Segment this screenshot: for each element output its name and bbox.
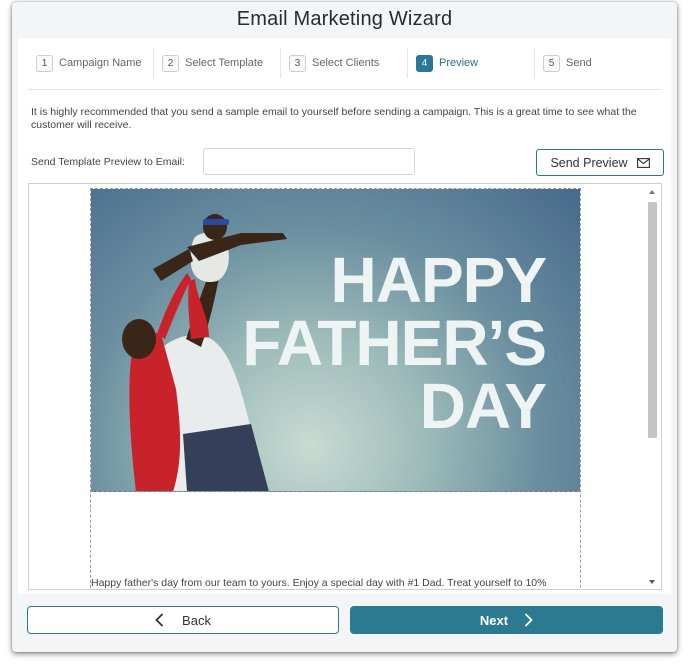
step-label: Campaign Name bbox=[59, 57, 142, 69]
step-select-clients[interactable]: 3 Select Clients bbox=[281, 48, 408, 78]
chevron-right-icon bbox=[524, 613, 533, 627]
step-label: Send bbox=[566, 57, 592, 69]
send-preview-button[interactable]: Send Preview bbox=[536, 149, 664, 176]
envelope-icon bbox=[636, 157, 650, 168]
wizard-card: 1 Campaign Name 2 Select Template 3 Sele… bbox=[18, 38, 671, 594]
scroll-up-arrow-icon[interactable] bbox=[649, 190, 655, 194]
hero-line-3: DAY bbox=[419, 370, 547, 442]
preview-email-input[interactable] bbox=[203, 148, 415, 175]
send-preview-label: Send Preview bbox=[550, 155, 628, 170]
hero-line-1: HAPPY bbox=[330, 244, 547, 316]
step-number: 3 bbox=[289, 54, 306, 72]
scroll-down-arrow-icon[interactable] bbox=[649, 580, 655, 584]
preview-scrollbar[interactable] bbox=[647, 188, 659, 586]
email-field-label: Send Template Preview to Email: bbox=[31, 156, 185, 168]
email-body-text: Happy father's day from our team to your… bbox=[91, 577, 547, 589]
step-number: 1 bbox=[36, 54, 53, 72]
step-campaign-name[interactable]: 1 Campaign Name bbox=[28, 48, 154, 78]
scroll-thumb[interactable] bbox=[648, 202, 657, 438]
step-number: 5 bbox=[543, 54, 560, 72]
wizard-title: Email Marketing Wizard bbox=[236, 8, 453, 30]
next-button[interactable]: Next bbox=[350, 606, 663, 634]
email-preview-frame[interactable]: HAPPY FATHER’S DAY Happy father's day fr… bbox=[28, 183, 662, 590]
email-template-content: HAPPY FATHER’S DAY Happy father's day fr… bbox=[90, 188, 581, 589]
hero-banner: HAPPY FATHER’S DAY bbox=[91, 189, 580, 492]
preview-instructions: It is highly recommended that you send a… bbox=[31, 106, 637, 131]
step-number: 2 bbox=[162, 54, 179, 72]
hero-line-2: FATHER’S bbox=[242, 307, 547, 379]
chevron-left-icon bbox=[155, 613, 164, 627]
step-label: Preview bbox=[439, 57, 479, 69]
step-select-template[interactable]: 2 Select Template bbox=[154, 48, 281, 78]
step-nav: 1 Campaign Name 2 Select Template 3 Sele… bbox=[28, 46, 661, 90]
step-label: Select Clients bbox=[312, 57, 380, 69]
hero-headline: HAPPY FATHER’S DAY bbox=[242, 244, 547, 442]
step-preview[interactable]: 4 Preview bbox=[408, 48, 535, 78]
step-number: 4 bbox=[416, 54, 433, 72]
next-label: Next bbox=[479, 612, 509, 628]
back-button[interactable]: Back bbox=[27, 606, 339, 634]
wizard-modal: Email Marketing Wizard 1 Campaign Name 2… bbox=[12, 2, 677, 652]
back-label: Back bbox=[182, 612, 211, 628]
step-label: Select Template bbox=[185, 57, 264, 69]
step-send[interactable]: 5 Send bbox=[535, 48, 661, 78]
